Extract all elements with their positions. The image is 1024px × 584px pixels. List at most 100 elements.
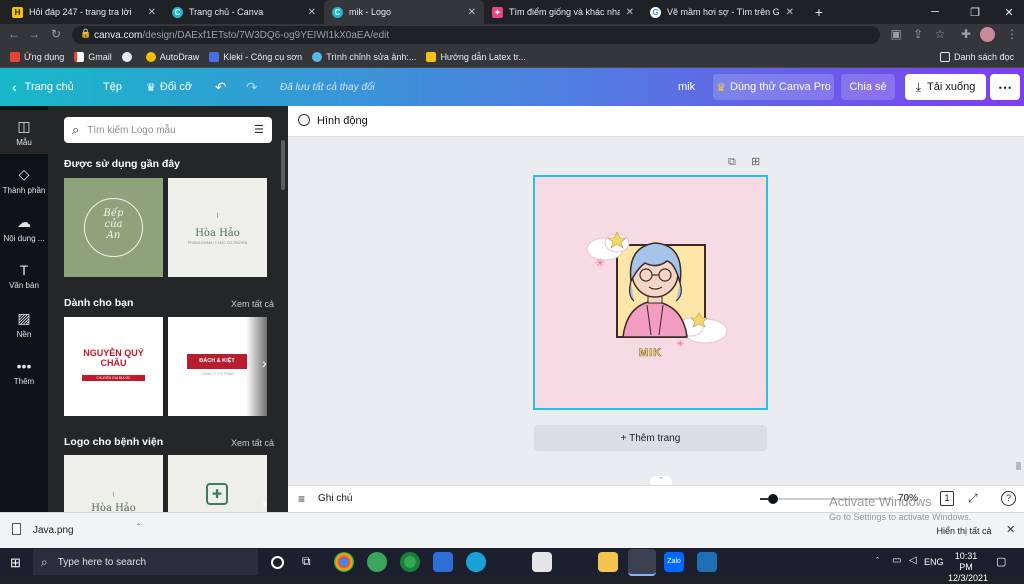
share-icon[interactable]: ⇪ xyxy=(910,27,926,41)
bookmark-apps[interactable]: Ứng dụng xyxy=(10,51,64,62)
window-close-icon[interactable]: ✕ xyxy=(994,0,1024,24)
file-explorer-taskbar-icon[interactable] xyxy=(598,552,618,572)
try-pro-button[interactable]: ♛ Dùng thử Canva Pro xyxy=(713,74,834,100)
tab-google[interactable]: G Vẽ mầm hơi sợ - Tìm trên Google ✕ xyxy=(642,0,802,24)
logo-text[interactable]: MIK xyxy=(535,347,766,360)
browser-menu-icon[interactable]: ⋮ xyxy=(1004,27,1020,41)
template-card-hospital-hoa-hao[interactable]: ⌇ Hòa Hảo xyxy=(64,455,163,512)
undo-icon[interactable]: ↶ xyxy=(215,68,227,106)
nav-text[interactable]: T Văn bản xyxy=(0,254,48,298)
tab-title: Hỏi đáp 247 - trang tra lời xyxy=(29,7,132,17)
see-all-for-you-link[interactable]: Xem tất cả xyxy=(231,299,274,309)
forward-icon[interactable]: → xyxy=(26,27,42,41)
share-button[interactable]: Chia sẻ xyxy=(841,74,895,100)
extensions-icon[interactable]: ✚ xyxy=(958,27,974,41)
resize-button[interactable]: ♛ Đổi cỡ xyxy=(146,68,192,106)
url-input[interactable]: 🔒 canva.com/design/DAExf1ETsto/7W3DQ6-og… xyxy=(72,26,880,44)
bookmark-gmail[interactable]: Gmail xyxy=(74,51,112,62)
restore-icon[interactable]: ❐ xyxy=(960,0,990,24)
zoom-slider-thumb[interactable] xyxy=(768,494,778,504)
design-name[interactable]: mik xyxy=(678,68,695,106)
tab-hoidap[interactable]: H Hỏi đáp 247 - trang tra lời ✕ xyxy=(4,0,164,24)
template-card-bep-cua-an[interactable]: Bếp của An xyxy=(64,178,163,277)
nav-templates[interactable]: ◫ Mẫu xyxy=(0,110,48,154)
chevron-right-icon[interactable]: › xyxy=(262,355,267,371)
bookmark-autodraw[interactable]: AutoDraw xyxy=(145,51,200,62)
template-card-hospital-house[interactable]: ✚ xyxy=(168,455,267,512)
task-view-icon[interactable]: ⧉ xyxy=(302,554,311,569)
workspace-scrollbar[interactable] xyxy=(1016,462,1021,470)
tab-mik-logo[interactable]: C mik - Logo ✕ xyxy=(324,0,484,24)
bookmark-latex[interactable]: Hướng dẫn Latex tr... xyxy=(426,51,526,62)
language-indicator[interactable]: ENG xyxy=(924,557,944,567)
text-icon: T xyxy=(19,262,29,278)
nav-elements[interactable]: ◇ Thành phần xyxy=(0,158,48,202)
download-item[interactable]: Java.png xyxy=(33,525,74,536)
app-taskbar-icon[interactable] xyxy=(697,552,717,572)
home-button[interactable]: ‹ Trang chủ xyxy=(12,68,74,106)
close-icon[interactable]: ✕ xyxy=(148,7,156,18)
zoom-out-icon[interactable] xyxy=(760,498,768,500)
bookmark-star-icon[interactable]: ☆ xyxy=(932,27,948,41)
reload-icon[interactable]: ↻ xyxy=(48,27,64,41)
snip-taskbar-icon[interactable] xyxy=(532,552,552,572)
close-downloads-icon[interactable]: ✕ xyxy=(1006,523,1015,536)
template-card-nguyen-quy-chau[interactable]: NGUYỄN QUÝ CHÂU CHUYÊN GIA ĐỊA ỐC xyxy=(64,317,163,416)
fullscreen-icon[interactable]: ⤢ xyxy=(968,491,978,506)
close-icon[interactable]: ✕ xyxy=(468,7,476,18)
cortana-icon[interactable] xyxy=(271,556,284,569)
back-icon[interactable]: ← xyxy=(6,27,22,41)
animate-button[interactable]: Hình động xyxy=(317,115,368,127)
help-icon[interactable]: ? xyxy=(1001,491,1016,506)
tab-canva-home[interactable]: C Trang chủ - Canva ✕ xyxy=(164,0,324,24)
nav-background[interactable]: ▨ Nền xyxy=(0,302,48,346)
chrome-taskbar-icon[interactable] xyxy=(334,552,354,572)
store-taskbar-icon[interactable] xyxy=(433,552,453,572)
template-card-hoa-hao[interactable]: ⌇ Hòa Hảo PHÒNG KHÁM • Y HỌC CỔ TRUYỀN xyxy=(168,178,267,277)
show-all-downloads-button[interactable]: Hiển thị tất cả xyxy=(930,521,998,541)
new-tab-button[interactable]: + xyxy=(804,0,834,24)
windows-start-icon[interactable]: ⊞ xyxy=(10,555,21,571)
nav-more[interactable]: ••• Thêm xyxy=(0,350,48,394)
more-options-button[interactable]: ⋯ xyxy=(990,74,1020,100)
zalo-taskbar-icon[interactable]: Zalo xyxy=(664,552,684,572)
tray-chevron-icon[interactable]: ˆ xyxy=(876,556,879,566)
design-canvas[interactable]: ✳ ✳ MIK xyxy=(533,175,768,410)
close-icon[interactable]: ✕ xyxy=(786,7,794,18)
template-search-input[interactable]: ⌕ Tìm kiếm Logo mẫu ☰ xyxy=(64,117,272,143)
filter-icon[interactable]: ☰ xyxy=(254,123,264,136)
tab-tim-diem[interactable]: ✦ Tìm điểm giống và khác nhau giữ ✕ xyxy=(484,0,642,24)
bookmark-kleki[interactable]: Kleki - Công cụ sơn xyxy=(209,51,302,62)
page-count[interactable]: 1 xyxy=(940,491,954,506)
reading-list[interactable]: Danh sách đọc xyxy=(939,51,1014,62)
cast-icon[interactable]: ▣ xyxy=(888,27,904,41)
nav-uploads[interactable]: ☁ Nội dung ... xyxy=(0,206,48,250)
minimize-icon[interactable]: ─ xyxy=(920,0,950,24)
chrome-active-taskbar-icon[interactable] xyxy=(628,549,656,576)
bookmark-globe[interactable] xyxy=(121,51,136,62)
volume-icon[interactable]: ◁ xyxy=(909,555,917,566)
bookmark-label: AutoDraw xyxy=(159,51,200,62)
redo-icon[interactable]: ↷ xyxy=(246,68,258,106)
duplicate-page-icon[interactable]: ⧉ xyxy=(728,156,736,169)
network-icon[interactable]: ▭ xyxy=(892,555,901,566)
chrome-green-taskbar-icon[interactable] xyxy=(367,552,387,572)
chevron-up-icon[interactable]: ˆ xyxy=(137,523,140,534)
notifications-icon[interactable]: ▢ xyxy=(996,555,1006,568)
add-page-icon[interactable]: ⊞ xyxy=(751,155,760,168)
clock[interactable]: 10:31 PM 12/3/2021 xyxy=(948,551,988,584)
add-page-button[interactable]: + Thêm trang xyxy=(534,425,767,451)
file-menu[interactable]: Tệp xyxy=(103,68,122,106)
notes-button[interactable]: Ghi chú xyxy=(318,493,352,504)
close-icon[interactable]: ✕ xyxy=(626,7,634,18)
see-all-hospital-link[interactable]: Xem tất cả xyxy=(231,438,274,448)
close-icon[interactable]: ✕ xyxy=(308,7,316,18)
taskbar-search-input[interactable]: ⌕ Type here to search xyxy=(33,549,258,575)
profile-avatar[interactable] xyxy=(980,27,995,42)
chrome-profile-taskbar-icon[interactable] xyxy=(400,552,420,572)
bookmark-photo-editor[interactable]: Trình chỉnh sửa ảnh:... xyxy=(312,51,416,62)
chevron-right-icon[interactable]: › xyxy=(262,495,267,511)
edge-taskbar-icon[interactable] xyxy=(466,552,486,572)
panel-scrollbar[interactable] xyxy=(281,140,285,190)
download-button[interactable]: ⤓ Tải xuống xyxy=(905,74,986,100)
